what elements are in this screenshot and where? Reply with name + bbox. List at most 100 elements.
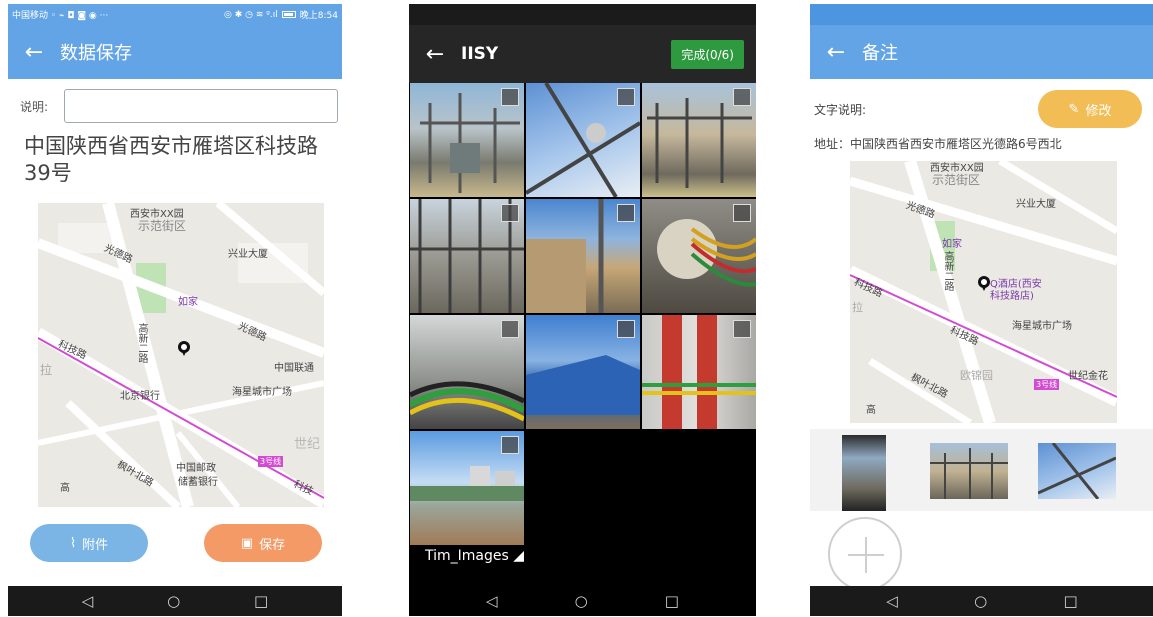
phone-screen-notes: ← 备注 文字说明: ✎ 修改 地址：中国陕西省西安市雁塔区光德路6号西北 西安…	[810, 4, 1153, 616]
map-label: 世纪	[294, 437, 321, 452]
select-checkbox[interactable]	[501, 204, 519, 222]
address-text: 中国陕西省西安市雁塔区科技路39号	[24, 134, 318, 186]
description-label: 说明:	[20, 99, 49, 114]
map-label: 高新二路	[942, 251, 953, 291]
floppy-disk-icon: ▣	[240, 535, 254, 551]
map-label: 如家	[942, 239, 962, 250]
done-button[interactable]: 完成(0/6)	[671, 39, 744, 69]
app-bar: ← 数据保存	[8, 25, 342, 79]
status-bar	[810, 4, 1153, 25]
map-label: 海星城市广场	[1012, 321, 1072, 332]
save-button[interactable]: ▣ 保存	[204, 524, 322, 562]
select-checkbox[interactable]	[617, 88, 635, 106]
photo-thumb[interactable]	[410, 83, 524, 197]
location-pin-icon	[978, 276, 990, 292]
edit-icon: ✎	[1068, 101, 1080, 117]
photo-thumb[interactable]	[526, 83, 640, 197]
photo-thumb[interactable]	[410, 431, 524, 545]
signal-icons: ◎ ✱ ◷ ≋ ᵍ.ıl	[224, 9, 278, 20]
map-label: 高	[60, 483, 70, 494]
clock: 晚上8:54	[299, 11, 338, 21]
save-label: 保存	[259, 537, 286, 553]
battery-icon	[281, 11, 296, 18]
location-map[interactable]: 西安市XX园 示范街区 兴业大厦 光德路 如家 高新二路 光德路 中国联通 科技…	[38, 203, 324, 507]
edit-label: 修改	[1085, 103, 1112, 119]
text-description-label: 文字说明:	[814, 102, 867, 117]
nav-home-icon[interactable]: ○	[167, 592, 180, 610]
add-attachment-plus-icon[interactable]	[828, 517, 902, 591]
nav-recent-icon[interactable]: □	[665, 592, 679, 610]
nav-home-icon[interactable]: ○	[974, 592, 987, 610]
photo-thumb[interactable]	[526, 315, 640, 429]
photo-substation-thumb[interactable]	[930, 443, 1008, 499]
map-label: 世纪金花	[1068, 371, 1108, 382]
nav-back-icon[interactable]: ◁	[82, 592, 94, 610]
photo-thumb[interactable]	[526, 199, 640, 313]
substation-thumb-art	[930, 448, 1008, 499]
nav-home-icon[interactable]: ○	[575, 592, 588, 610]
app-bar: ← IISY 完成(0/6)	[409, 25, 756, 83]
map-label: 示范街区	[932, 173, 981, 187]
photo-thumb[interactable]	[642, 83, 756, 197]
select-checkbox[interactable]	[733, 88, 751, 106]
select-checkbox[interactable]	[501, 320, 519, 338]
notification-icons: ◦ ⌁ ◘ ◙ ◉ ···	[50, 11, 109, 21]
back-arrow-icon[interactable]: ←	[810, 40, 862, 65]
nav-recent-icon[interactable]: □	[254, 592, 268, 610]
system-nav-bar: ◁ ○ □	[8, 586, 342, 616]
map-label: 兴业大厦	[1016, 199, 1056, 210]
attach-button[interactable]: ⌇ 附件	[30, 524, 148, 562]
insulator-thumb-art	[1038, 443, 1116, 499]
text-description-row: 文字说明: ✎ 修改	[810, 79, 1153, 131]
status-bar: 中国移动 ◦ ⌁ ◘ ◙ ◉ ··· ◎ ✱ ◷ ≋ ᵍ.ıl 晚上8:54	[8, 4, 342, 25]
select-checkbox[interactable]	[617, 320, 635, 338]
photo-thumb[interactable]	[410, 199, 524, 313]
map-label: 储蓄银行	[178, 477, 218, 488]
phone-screen-data-save: 中国移动 ◦ ⌁ ◘ ◙ ◉ ··· ◎ ✱ ◷ ≋ ᵍ.ıl 晚上8:54 ← …	[8, 4, 342, 616]
select-checkbox[interactable]	[617, 204, 635, 222]
metro-line-badge: 3号线	[258, 456, 284, 467]
screenshot-thumb[interactable]	[842, 435, 886, 511]
select-checkbox[interactable]	[733, 320, 751, 338]
app-bar: ← 备注	[810, 25, 1153, 79]
select-checkbox[interactable]	[733, 204, 751, 222]
photo-grid	[409, 83, 756, 545]
photo-thumb[interactable]	[642, 315, 756, 429]
map-label: 科技路店)	[990, 291, 1034, 302]
paperclip-icon: ⌇	[69, 535, 77, 551]
back-arrow-icon[interactable]: ←	[8, 40, 60, 65]
location-pin-icon	[178, 341, 190, 357]
photo-thumb[interactable]	[642, 199, 756, 313]
description-input[interactable]	[64, 89, 338, 123]
map-label: 兴业大厦	[228, 249, 268, 260]
attach-label: 附件	[82, 537, 109, 553]
status-bar	[409, 4, 756, 25]
photo-insulator-thumb[interactable]	[1038, 443, 1116, 499]
map-label: 中国邮政	[176, 463, 216, 474]
nav-back-icon[interactable]: ◁	[486, 592, 498, 610]
attachment-strip	[810, 429, 1153, 511]
map-label: 中国联通	[274, 363, 314, 374]
description-row: 说明:	[8, 79, 342, 123]
select-checkbox[interactable]	[501, 88, 519, 106]
album-title: IISY	[461, 44, 499, 64]
nav-back-icon[interactable]: ◁	[886, 592, 898, 610]
edit-button[interactable]: ✎ 修改	[1038, 90, 1142, 128]
map-label: 示范街区	[138, 219, 187, 233]
photo-thumb[interactable]	[410, 315, 524, 429]
album-selector[interactable]: Tim_Images ◢	[425, 548, 524, 564]
system-nav-bar: ◁ ○ □	[409, 586, 756, 616]
map-roads	[850, 161, 1117, 423]
nav-recent-icon[interactable]: □	[1063, 592, 1077, 610]
select-checkbox[interactable]	[501, 436, 519, 454]
page-title: 备注	[862, 43, 898, 64]
map-label: 欧锦园	[960, 369, 993, 382]
carrier-label: 中国移动	[12, 11, 49, 21]
phone-screen-image-picker: ← IISY 完成(0/6) Tim_Images ◢ ◁ ○ □	[409, 4, 756, 616]
back-arrow-icon[interactable]: ←	[409, 42, 461, 67]
map-label: 如家	[178, 297, 198, 308]
page-title: 数据保存	[60, 43, 132, 64]
map-label: 拉	[852, 301, 863, 314]
system-nav-bar: ◁ ○ □	[810, 586, 1153, 616]
location-map[interactable]: 西安市XX园 示范街区 兴业大厦 光德路 如家 高新二路 Q酒店(西安 科技路店…	[850, 161, 1117, 423]
